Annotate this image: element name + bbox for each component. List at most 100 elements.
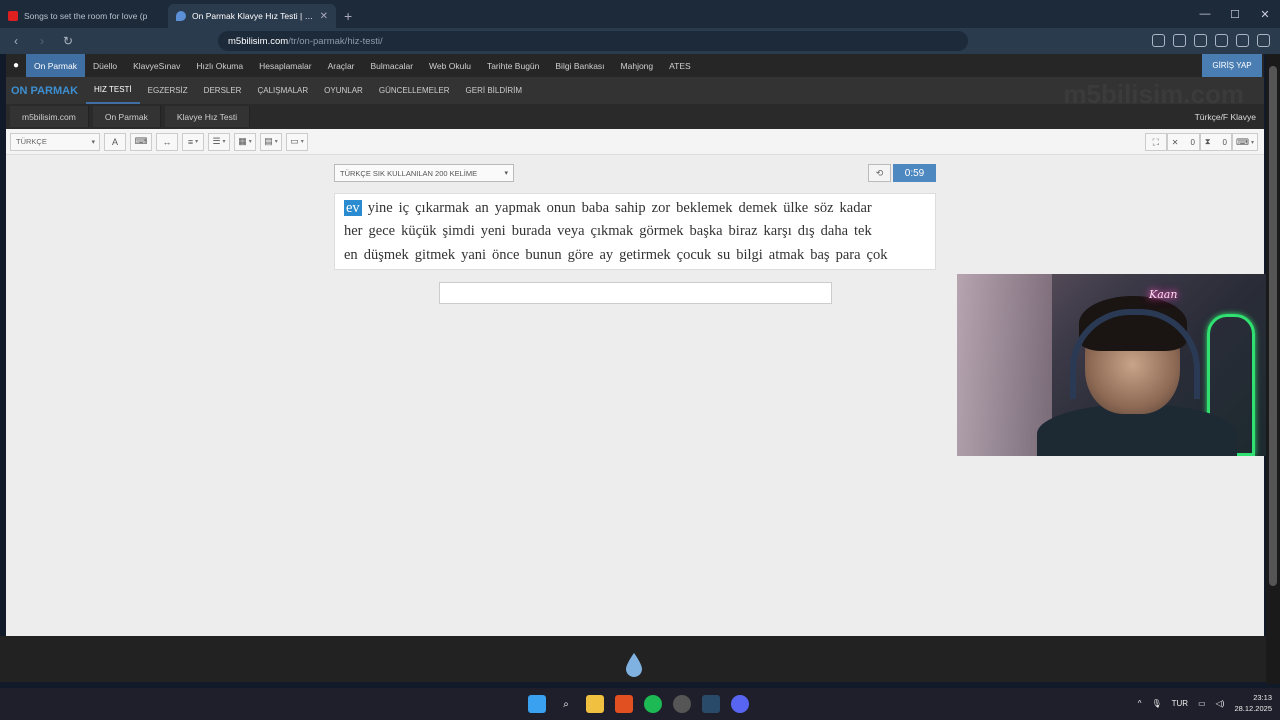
word-set-select[interactable]: TÜRKÇE SIK KULLANILAN 200 KELİME — [334, 164, 514, 182]
top-nav: ● On Parmak Düello KlavyeSınav Hızlı Oku… — [6, 54, 1264, 77]
word: çıkmak — [590, 223, 634, 240]
nav-hesaplamalar[interactable]: Hesaplamalar — [251, 54, 319, 77]
file-explorer-icon[interactable] — [586, 695, 604, 713]
discord-icon[interactable] — [731, 695, 749, 713]
tab-title: On Parmak Klavye Hız Testi | m5l — [192, 11, 314, 21]
typing-input[interactable] — [439, 282, 832, 304]
word: iç — [398, 200, 410, 216]
forward-icon[interactable]: › — [32, 34, 52, 48]
chrome-icon[interactable] — [673, 695, 691, 713]
extension-icon[interactable] — [1152, 34, 1165, 47]
word: ay — [599, 246, 614, 263]
words-display: ev yine iç çıkarmak an yapmak onun baba sahip zor… — [334, 193, 936, 270]
nav-tarihte-bugun[interactable]: Tarihte Bugün — [479, 54, 547, 77]
breadcrumb-on-parmak[interactable]: On Parmak — [92, 106, 161, 127]
display-icon[interactable]: ▭ — [286, 132, 308, 151]
word: görmek — [639, 223, 684, 240]
nav-mahjong[interactable]: Mahjong — [613, 54, 662, 77]
width-icon[interactable]: ↔ — [156, 132, 178, 151]
tab-guncellemeler[interactable]: GÜNCELLEMELER — [371, 77, 458, 104]
word: söz — [814, 200, 834, 216]
microphone-icon[interactable]: 🎙 — [1151, 699, 1161, 708]
breadcrumb-home[interactable]: m5bilisim.com — [10, 106, 89, 127]
tab-calismalar[interactable]: ÇALIŞMALAR — [249, 77, 316, 104]
browser-tab-youtube[interactable]: Songs to set the room for love (p — [0, 4, 168, 28]
maximize-icon[interactable]: ☐ — [1220, 0, 1250, 28]
layout-icon[interactable]: ▤ — [260, 132, 282, 151]
sub-nav: ON PARMAK HIZ TESTİ EGZERSİZ DERSLER ÇAL… — [6, 77, 1264, 109]
site-logo-icon[interactable]: ● — [6, 60, 26, 71]
grid-icon[interactable]: ▦ — [234, 132, 256, 151]
tab-egzersiz[interactable]: EGZERSİZ — [140, 77, 196, 104]
steam-icon[interactable] — [702, 695, 720, 713]
tab-geri-bildirim[interactable]: GERİ BİLDİRİM — [458, 77, 530, 104]
nav-araclar[interactable]: Araçlar — [320, 54, 363, 77]
reload-icon[interactable]: ↻ — [58, 34, 78, 48]
word: tek — [854, 223, 872, 240]
sidebar-icon[interactable] — [1215, 34, 1228, 47]
minimize-icon[interactable]: — — [1190, 0, 1220, 28]
font-size-icon[interactable]: A — [104, 132, 126, 151]
clock[interactable]: 23:13 28.12.2025 — [1234, 692, 1272, 714]
keyboard-settings-icon[interactable]: ⌨ — [1231, 133, 1258, 151]
scrollbar-thumb[interactable] — [1269, 66, 1277, 586]
word: demek — [738, 200, 778, 216]
word: bunun — [525, 246, 562, 263]
browser-tab-speed-test[interactable]: On Parmak Klavye Hız Testi | m5l ✕ — [168, 4, 336, 28]
back-icon[interactable]: ‹ — [6, 34, 26, 48]
words-line-1: ev yine iç çıkarmak an yapmak onun baba sahip zor… — [344, 197, 926, 220]
nav-klavyesinav[interactable]: KlavyeSınav — [125, 54, 188, 77]
words-line-3: en düşmek gitmek yani önce bunun göre ay getirme… — [344, 244, 926, 267]
breadcrumb-speed-test[interactable]: Klavye Hız Testi — [164, 106, 251, 127]
extension-icon[interactable] — [1173, 34, 1186, 47]
fullscreen-icon[interactable]: ⛶ — [1144, 133, 1167, 151]
puzzle-icon[interactable] — [1194, 34, 1207, 47]
url-field[interactable]: m5bilisim.com /tr/on-parmak/hiz-testi/ — [218, 31, 968, 51]
align-icon[interactable]: ☰ — [208, 132, 230, 151]
close-tab-icon[interactable]: ✕ — [320, 11, 328, 22]
chevron-up-icon[interactable]: ^ — [1138, 699, 1142, 708]
page-scrollbar[interactable] — [1266, 54, 1280, 684]
word: yeni — [480, 223, 506, 240]
close-window-icon[interactable]: ✕ — [1250, 0, 1280, 28]
tab-hiz-testi[interactable]: HIZ TESTİ — [86, 77, 140, 104]
nav-on-parmak[interactable]: On Parmak — [26, 54, 85, 77]
language-select[interactable]: TÜRKÇE — [10, 132, 100, 151]
volume-icon[interactable]: ◁) — [1216, 699, 1225, 708]
nav-bulmacalar[interactable]: Bulmacalar — [363, 54, 422, 77]
tab-dersler[interactable]: DERSLER — [196, 77, 250, 104]
brave-browser-icon[interactable] — [615, 695, 633, 713]
countdown-timer: 0:59 — [893, 164, 936, 182]
time-count: ⧗ 0 — [1199, 133, 1232, 151]
new-tab-button[interactable]: + — [336, 8, 360, 28]
browser-tab-bar: Songs to set the room for love (p On Par… — [0, 0, 1280, 28]
keyboard-toggle-icon[interactable]: ⌨ — [130, 132, 152, 151]
nav-duello[interactable]: Düello — [85, 54, 125, 77]
nav-hizli-okuma[interactable]: Hızlı Okuma — [188, 54, 251, 77]
word: an — [475, 200, 489, 216]
word: veya — [557, 223, 585, 240]
nav-ates[interactable]: ATES — [661, 54, 699, 77]
nav-web-okulu[interactable]: Web Okulu — [421, 54, 479, 77]
word: daha — [820, 223, 849, 240]
hourglass-icon: ⧗ — [1204, 137, 1211, 146]
tab-oyunlar[interactable]: OYUNLAR — [316, 77, 371, 104]
stats-area: ⛶ ✕ 0 ⧗ 0 ⌨ — [1144, 133, 1258, 151]
login-button[interactable]: GİRİŞ YAP — [1202, 54, 1262, 77]
webcam-overlay: Kaan — [957, 274, 1280, 456]
word: biraz — [728, 223, 758, 240]
input-language[interactable]: TUR — [1172, 699, 1188, 708]
wallet-icon[interactable] — [1236, 34, 1249, 47]
error-count: ✕ 0 — [1166, 133, 1200, 151]
lines-icon[interactable]: ≡ — [182, 132, 204, 151]
section-brand[interactable]: ON PARMAK — [6, 85, 86, 97]
restart-button[interactable]: ⟲ — [868, 164, 891, 182]
network-icon[interactable]: ▭ — [1198, 699, 1206, 708]
spotify-icon[interactable] — [644, 695, 662, 713]
nav-bilgi-bankasi[interactable]: Bilgi Bankası — [547, 54, 612, 77]
menu-icon[interactable] — [1257, 34, 1270, 47]
search-icon[interactable]: ⌕ — [557, 695, 575, 713]
word: baş — [810, 246, 830, 263]
windows-start-icon[interactable] — [528, 695, 546, 713]
word: karşı — [763, 223, 792, 240]
